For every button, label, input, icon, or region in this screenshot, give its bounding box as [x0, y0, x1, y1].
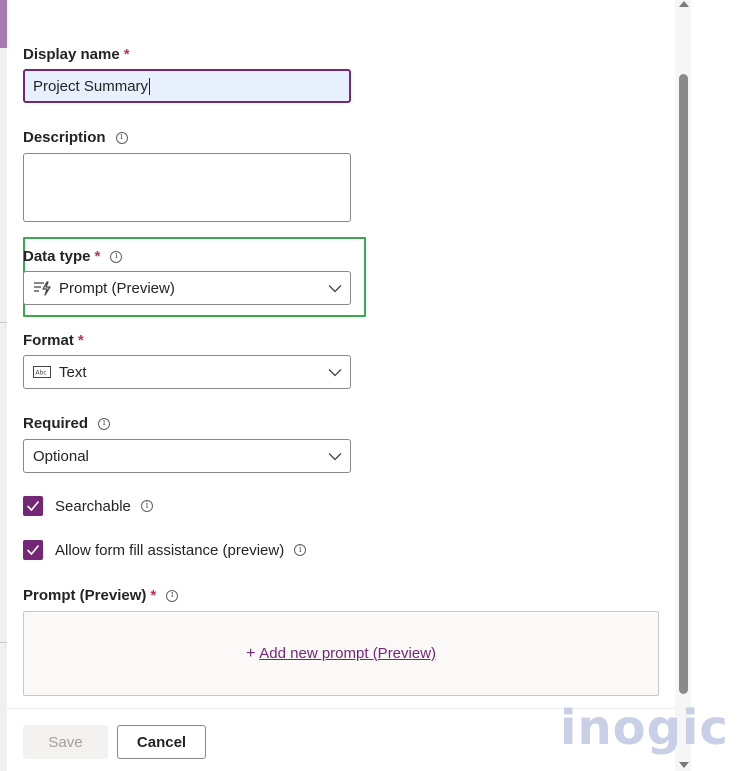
display-name-label: Display name * [23, 46, 130, 63]
text-format-icon: Abc [33, 366, 51, 378]
form-fill-checkbox[interactable] [23, 540, 43, 560]
required-value: Optional [33, 447, 89, 465]
checkmark-icon [26, 544, 40, 556]
scroll-up-arrow-icon[interactable] [678, 0, 690, 10]
format-dropdown[interactable]: Abc Text [23, 355, 351, 389]
prompt-label: Prompt (Preview) * i [23, 587, 179, 604]
scroll-down-arrow-icon[interactable] [678, 761, 690, 771]
info-circle-icon[interactable]: i [140, 500, 153, 512]
add-new-prompt-link[interactable]: + Add new prompt (Preview) [246, 645, 436, 663]
chevron-down-icon [328, 364, 342, 381]
column-properties-panel: Display name * Project Summary Descriptio… [7, 0, 675, 771]
background-app-edge [0, 0, 7, 771]
format-label: Format * [23, 332, 84, 349]
searchable-label: Searchable [55, 497, 131, 515]
prompt-icon [33, 280, 51, 296]
inogic-watermark-logo: inogic [560, 700, 729, 756]
chevron-down-icon [328, 448, 342, 465]
searchable-checkbox-row: Searchable i [23, 496, 153, 516]
chevron-down-icon [328, 280, 342, 297]
description-textarea[interactable] [23, 153, 351, 222]
save-button[interactable]: Save [23, 725, 108, 759]
background-divider [0, 642, 7, 643]
searchable-checkbox[interactable] [23, 496, 43, 516]
info-circle-icon[interactable]: i [98, 417, 111, 430]
info-circle-icon[interactable]: i [110, 250, 123, 263]
cancel-button[interactable]: Cancel [117, 725, 206, 759]
display-name-input[interactable]: Project Summary [23, 69, 351, 103]
info-circle-icon[interactable]: i [166, 589, 179, 602]
form-fill-checkbox-row: Allow form fill assistance (preview) i [23, 540, 307, 560]
background-app-header [0, 0, 7, 48]
data-type-value: Prompt (Preview) [59, 279, 175, 297]
display-name-value: Project Summary [33, 77, 149, 95]
plus-icon: + [245, 644, 256, 662]
scrollbar-thumb[interactable] [679, 74, 688, 694]
background-divider [0, 322, 7, 323]
form-fill-label: Allow form fill assistance (preview) [55, 541, 285, 559]
data-type-dropdown[interactable]: Prompt (Preview) [23, 271, 351, 305]
data-type-label: Data type * i [23, 248, 123, 265]
checkmark-icon [26, 500, 40, 512]
required-dropdown[interactable]: Optional [23, 439, 351, 473]
info-circle-icon[interactable]: i [115, 131, 128, 144]
description-label: Description i [23, 129, 128, 146]
info-circle-icon[interactable]: i [294, 544, 307, 556]
required-label: Required i [23, 415, 111, 432]
svg-text:Abc: Abc [36, 370, 47, 377]
prompt-area: + Add new prompt (Preview) [23, 611, 659, 696]
text-caret [149, 77, 151, 95]
format-value: Text [59, 363, 87, 381]
